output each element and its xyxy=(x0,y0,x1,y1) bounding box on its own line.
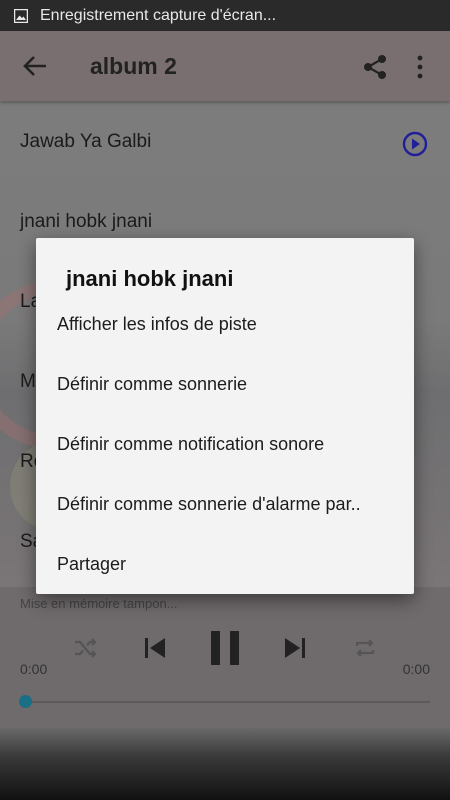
list-item[interactable]: Jawab Ya Galbi xyxy=(20,122,440,162)
buffering-text: Mise en mémoire tampon... xyxy=(20,596,178,611)
image-icon xyxy=(14,8,28,23)
menu-item-set-notification[interactable]: Définir comme notification sonore xyxy=(57,424,397,464)
share-icon[interactable] xyxy=(362,54,388,80)
menu-item-set-ringtone[interactable]: Définir comme sonnerie xyxy=(57,364,397,404)
status-bar: Enregistrement capture d'écran... xyxy=(0,0,450,31)
pause-icon[interactable] xyxy=(208,629,242,667)
previous-icon[interactable] xyxy=(142,635,168,661)
list-item[interactable]: jnani hobk jnani xyxy=(20,202,440,242)
more-vert-icon[interactable] xyxy=(410,54,430,80)
player-panel: Mise en mémoire tampon... 0:00 0:00 xyxy=(0,587,450,727)
status-notification-text: Enregistrement capture d'écran... xyxy=(40,6,277,24)
menu-item-set-alarm[interactable]: Définir comme sonnerie d'alarme par.. xyxy=(57,484,397,524)
repeat-icon[interactable] xyxy=(352,635,378,661)
dialog-title: jnani hobk jnani xyxy=(66,266,234,291)
menu-item-share[interactable]: Partager xyxy=(57,544,397,584)
menu-item-track-info[interactable]: Afficher les infos de piste xyxy=(57,304,397,344)
seek-handle[interactable] xyxy=(19,695,32,708)
back-arrow-icon[interactable] xyxy=(22,54,48,78)
next-icon[interactable] xyxy=(282,635,308,661)
app-bar: album 2 xyxy=(0,31,450,101)
shuffle-icon[interactable] xyxy=(72,635,98,661)
page-title: album 2 xyxy=(90,53,177,79)
play-circle-icon[interactable] xyxy=(402,131,428,157)
background-artwork xyxy=(0,727,450,800)
total-time: 0:00 xyxy=(402,661,430,677)
seek-bar[interactable] xyxy=(26,701,430,703)
elapsed-time: 0:00 xyxy=(20,661,48,677)
context-menu-dialog: jnani hobk jnani Afficher les infos de p… xyxy=(36,238,414,594)
